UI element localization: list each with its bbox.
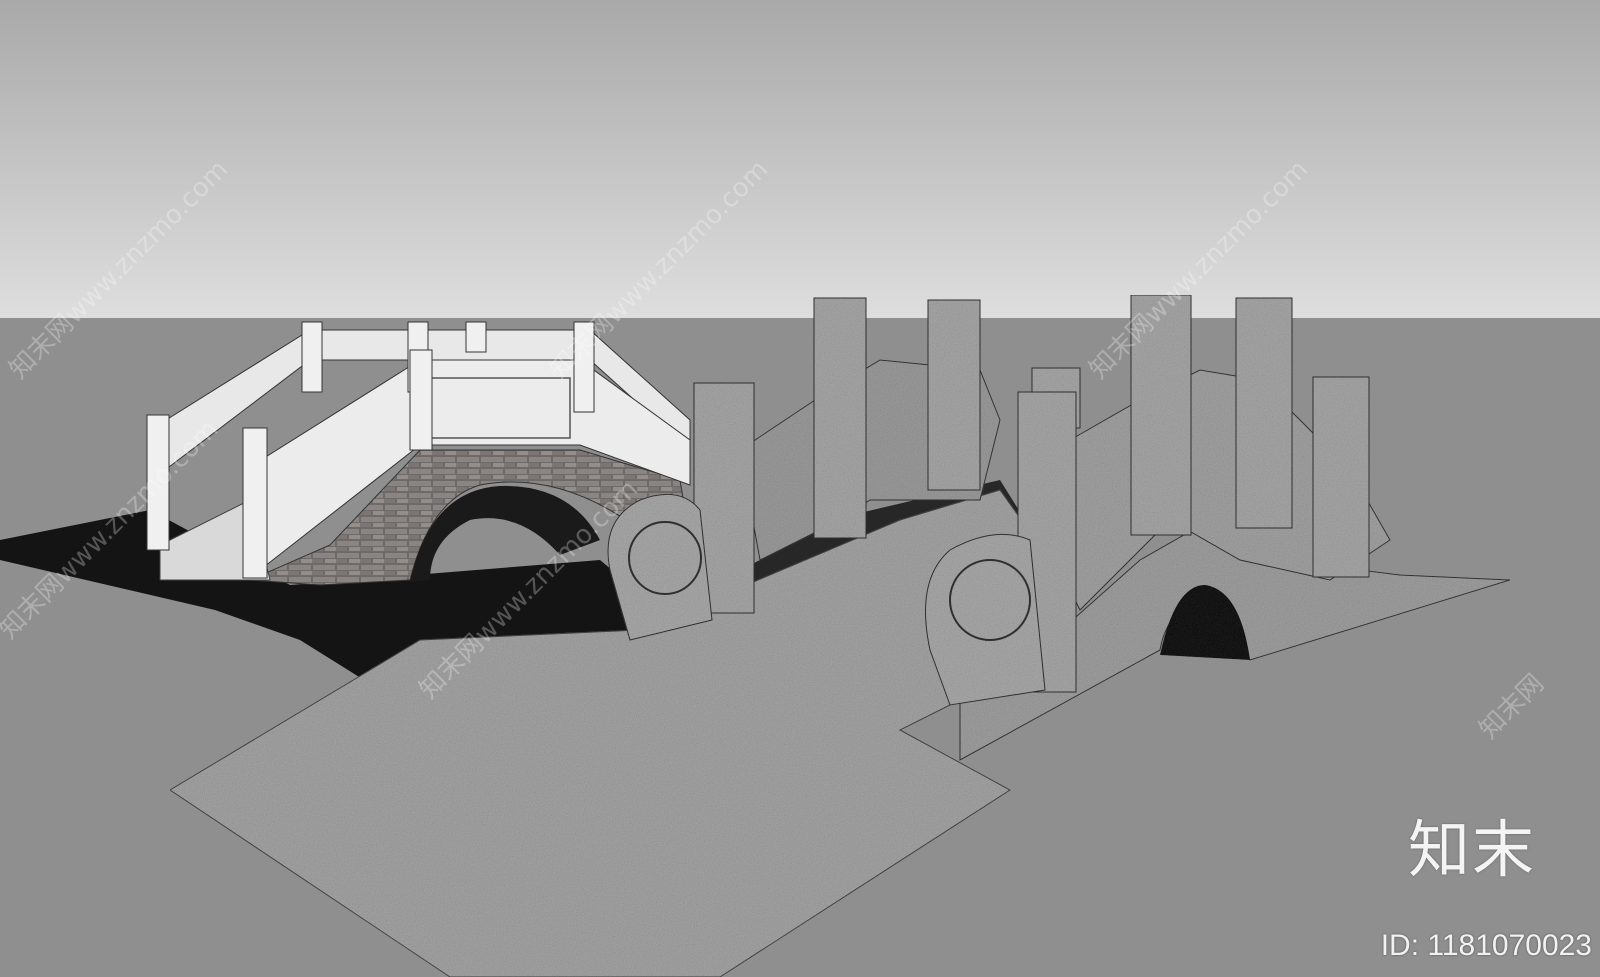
sky bbox=[0, 0, 1600, 318]
bridge-scene: 知末网www.znzmo.com 知末网www.znzmo.com 知末网www… bbox=[0, 0, 1600, 977]
watermark-id: ID: 1181070023 bbox=[1380, 929, 1592, 962]
model-viewport[interactable]: 知末网www.znzmo.com 知末网www.znzmo.com 知末网www… bbox=[0, 0, 1600, 977]
watermark-logo: 知末 bbox=[1407, 813, 1536, 886]
